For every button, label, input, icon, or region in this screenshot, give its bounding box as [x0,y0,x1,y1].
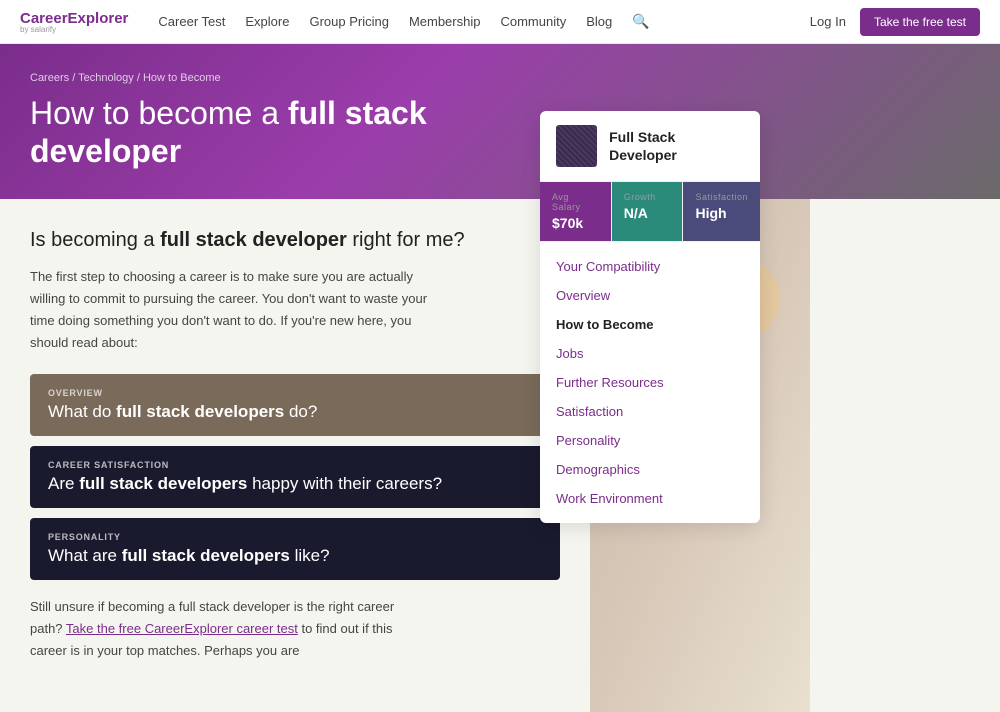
navbar: CareerExplorer by salarify Career Test E… [0,0,1000,44]
hero-section: Careers / Technology / How to Become How… [0,44,1000,199]
sidebar-nav: Your Compatibility Overview How to Becom… [540,242,760,523]
overview-card[interactable]: OVERVIEW What do full stack developers d… [30,374,560,436]
personality-card[interactable]: PERSONALITY What are full stack develope… [30,518,560,580]
sidebar-nav-personality[interactable]: Personality [540,426,760,455]
nav-explore[interactable]: Explore [245,14,289,29]
stat-salary-value: $70k [552,215,599,231]
stat-growth: Growth N/A [612,182,684,241]
footer-link[interactable]: Take the free CareerExplorer career test [66,621,298,636]
stat-growth-value: N/A [624,205,671,221]
career-title: Full Stack Developer [609,128,744,164]
section-title-prefix: Is becoming a [30,229,160,251]
section-title-suffix: right for me? [347,229,465,251]
logo[interactable]: CareerExplorer by salarify [20,10,128,34]
footer-text: Still unsure if becoming a full stack de… [30,596,430,662]
nav-group-pricing[interactable]: Group Pricing [309,14,388,29]
sidebar-nav-demographics[interactable]: Demographics [540,455,760,484]
stat-growth-label: Growth [624,192,671,202]
overview-card-label: OVERVIEW [48,388,542,398]
hero-title-prefix: How to become a [30,95,288,131]
sidebar-nav-satisfaction[interactable]: Satisfaction [540,397,760,426]
stat-salary: Avg Salary $70k [540,182,612,241]
sidebar-nav-how-to-become[interactable]: How to Become [540,310,760,339]
stat-satisfaction-value: High [695,205,748,221]
page-title: How to become a full stack developer [30,94,570,171]
search-icon[interactable]: 🔍 [632,13,649,30]
stat-satisfaction-label: Satisfaction [695,192,748,202]
sidebar-nav-overview[interactable]: Overview [540,281,760,310]
section-title: Is becoming a full stack developer right… [30,229,560,252]
sidebar-nav-compatibility[interactable]: Your Compatibility [540,252,760,281]
satisfaction-card-label: CAREER SATISFACTION [48,460,542,470]
satisfaction-card-title: Are full stack developers happy with the… [48,474,542,494]
sidebar-nav-jobs[interactable]: Jobs [540,339,760,368]
content-area: Is becoming a full stack developer right… [0,199,590,712]
stat-satisfaction: Satisfaction High [683,182,760,241]
career-sidebar: Full Stack Developer Avg Salary $70k Gro… [540,111,760,523]
nav-career-test[interactable]: Career Test [158,14,225,29]
career-thumb-image [556,125,597,167]
stat-salary-label: Avg Salary [552,192,599,212]
breadcrumb-technology[interactable]: Technology [78,72,134,84]
nav-community[interactable]: Community [500,14,566,29]
breadcrumb: Careers / Technology / How to Become [30,72,970,84]
nav-right: Log In Take the free test [810,8,980,36]
breadcrumb-how-to-become[interactable]: How to Become [143,72,221,84]
career-thumbnail [556,125,597,167]
section-body-text: The first step to choosing a career is t… [30,266,430,354]
sidebar-nav-work-environment[interactable]: Work Environment [540,484,760,513]
logo-text: CareerExplorer [20,10,128,27]
login-link[interactable]: Log In [810,14,846,29]
overview-card-title: What do full stack developers do? [48,402,542,422]
sidebar-nav-further-resources[interactable]: Further Resources [540,368,760,397]
nav-membership[interactable]: Membership [409,14,481,29]
personality-card-title: What are full stack developers like? [48,546,542,566]
sidebar-header: Full Stack Developer [540,111,760,182]
section-title-main: full stack developer [160,229,347,251]
breadcrumb-careers[interactable]: Careers [30,72,69,84]
satisfaction-card[interactable]: CAREER SATISFACTION Are full stack devel… [30,446,560,508]
personality-card-label: PERSONALITY [48,532,542,542]
nav-blog[interactable]: Blog [586,14,612,29]
stats-row: Avg Salary $70k Growth N/A Satisfaction … [540,182,760,242]
nav-links: Career Test Explore Group Pricing Member… [158,13,809,30]
main-layout: Is becoming a full stack developer right… [0,199,1000,712]
take-free-test-button[interactable]: Take the free test [860,8,980,36]
